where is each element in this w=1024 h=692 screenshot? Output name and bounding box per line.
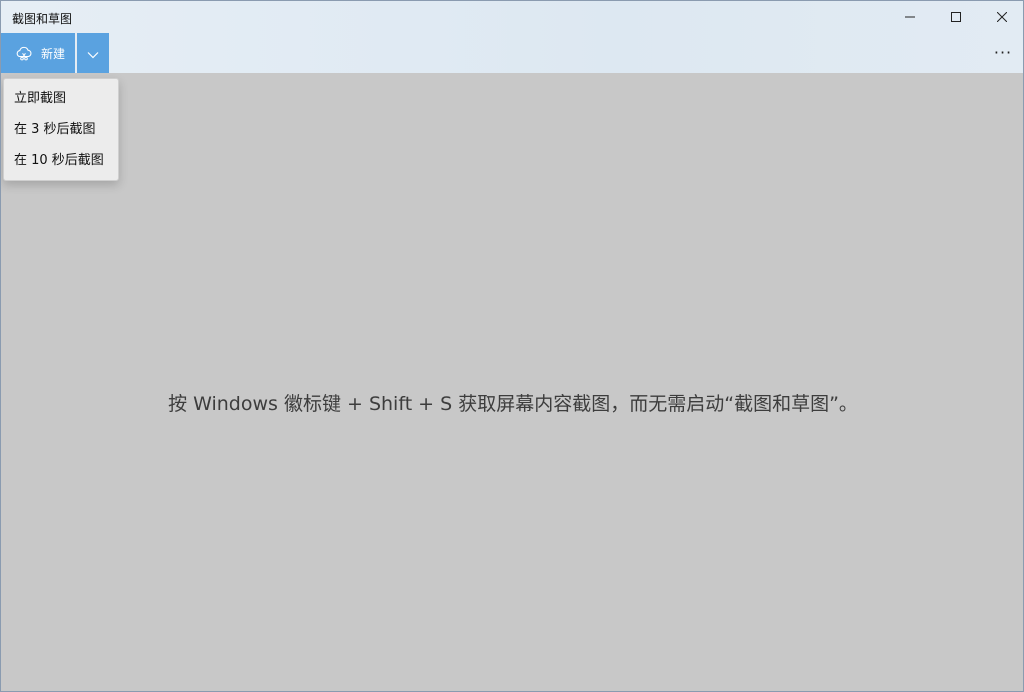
- app-window: 截图和草图 新建 ··· 立即截图 在 3 秒后截图 在 10 秒后截图 按 W…: [0, 0, 1024, 692]
- snip-cloud-icon: [14, 43, 34, 63]
- menu-item-snip-in-10-seconds[interactable]: 在 10 秒后截图: [4, 145, 118, 176]
- maximize-button[interactable]: [933, 1, 979, 33]
- new-snip-button[interactable]: 新建: [1, 33, 75, 73]
- chevron-down-icon: [87, 44, 99, 63]
- maximize-icon: [951, 12, 961, 22]
- see-more-button[interactable]: ···: [983, 37, 1023, 69]
- shortcut-hint-text: 按 Windows 徽标键 + Shift + S 获取屏幕内容截图，而无需启动…: [168, 393, 858, 415]
- new-snip-label: 新建: [41, 46, 66, 61]
- minimize-button[interactable]: [887, 1, 933, 33]
- window-title: 截图和草图: [12, 12, 73, 26]
- title-and-toolbar-area: 截图和草图 新建 ···: [1, 1, 1023, 73]
- menu-item-snip-in-3-seconds[interactable]: 在 3 秒后截图: [4, 114, 118, 145]
- menu-item-snip-now[interactable]: 立即截图: [4, 83, 118, 114]
- close-icon: [997, 12, 1007, 22]
- snip-delay-dropdown-button[interactable]: [77, 33, 109, 73]
- more-options-icon: ···: [993, 43, 1013, 62]
- close-button[interactable]: [979, 1, 1023, 33]
- snip-delay-menu: 立即截图 在 3 秒后截图 在 10 秒后截图: [3, 78, 119, 181]
- minimize-icon: [905, 12, 915, 22]
